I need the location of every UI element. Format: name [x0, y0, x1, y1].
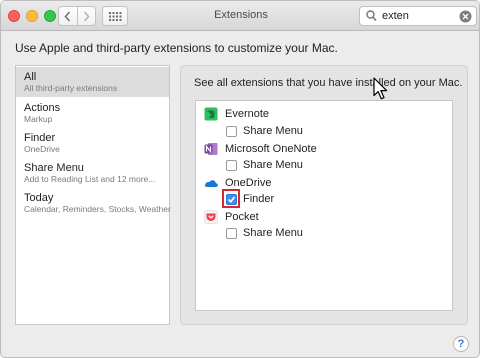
app-name: Microsoft OneNote	[225, 143, 317, 155]
share-menu-extension-row[interactable]: Share Menu	[226, 227, 303, 239]
zoom-window-button[interactable]	[44, 10, 56, 22]
help-button[interactable]: ?	[453, 336, 469, 352]
app-row-evernote: Evernote	[204, 107, 269, 121]
sidebar-item-subtitle: Markup	[24, 114, 53, 124]
onedrive-icon	[204, 176, 218, 190]
share-menu-checkbox[interactable]	[226, 227, 237, 239]
share-menu-extension-row[interactable]: Share Menu	[226, 125, 303, 137]
sidebar-item-subtitle: All third-party extensions	[24, 83, 118, 93]
extension-label: Share Menu	[243, 159, 303, 171]
sidebar-item-today[interactable]: Today Calendar, Reminders, Stocks, Weath…	[16, 190, 171, 220]
sidebar-item-finder[interactable]: Finder OneDrive	[16, 130, 169, 160]
extension-label: Finder	[243, 193, 275, 205]
extension-label: Share Menu	[243, 227, 303, 239]
chevron-right-icon	[83, 11, 90, 21]
extensions-list: Evernote Share Menu Microsoft OneNote Sh…	[195, 100, 453, 311]
panel-header: See all extensions that you have install…	[194, 77, 463, 89]
extension-label: Share Menu	[243, 125, 303, 137]
highlight-box	[222, 189, 240, 208]
sidebar-item-subtitle: Calendar, Reminders, Stocks, Weather	[24, 204, 171, 214]
title-bar: Extensions exten	[1, 1, 479, 31]
sidebar-item-title: Share Menu	[24, 162, 84, 174]
forward-button[interactable]	[76, 7, 96, 25]
sidebar-item-all[interactable]: All All third-party extensions	[16, 67, 169, 97]
grid-icon	[108, 11, 121, 21]
clear-search-icon[interactable]	[459, 10, 472, 23]
app-name: OneDrive	[225, 177, 272, 189]
sidebar-item-actions[interactable]: Actions Markup	[16, 100, 169, 130]
window-title: Extensions	[214, 9, 268, 21]
search-input[interactable]: exten	[382, 10, 409, 22]
search-field[interactable]: exten	[359, 6, 477, 26]
sidebar-item-subtitle: OneDrive	[24, 144, 60, 154]
sidebar-item-title: All	[24, 71, 37, 83]
mouse-pointer-icon	[373, 77, 388, 100]
share-menu-extension-row[interactable]: Share Menu	[226, 159, 303, 171]
onenote-icon	[204, 142, 218, 156]
back-forward-control	[58, 6, 96, 26]
close-window-button[interactable]	[8, 10, 20, 22]
app-row-onedrive: OneDrive	[204, 176, 271, 190]
extensions-panel: See all extensions that you have install…	[180, 65, 468, 325]
share-menu-checkbox[interactable]	[226, 125, 237, 137]
sidebar-item-title: Actions	[24, 102, 61, 114]
sidebar-item-subtitle: Add to Reading List and 12 more...	[24, 174, 156, 184]
show-all-button[interactable]	[102, 6, 128, 26]
pocket-icon	[204, 210, 218, 224]
search-icon	[366, 10, 377, 22]
sidebar-item-title: Today	[24, 192, 54, 204]
back-button[interactable]	[59, 7, 77, 25]
extensions-sidebar: All All third-party extensions Actions M…	[15, 65, 171, 325]
sidebar-item-title: Finder	[24, 132, 56, 144]
app-name: Evernote	[225, 108, 270, 120]
app-row-onenote: Microsoft OneNote	[204, 142, 317, 156]
app-name: Pocket	[225, 211, 259, 223]
extensions-window: Extensions exten Use Apple and third-par…	[0, 0, 480, 358]
sidebar-item-share-menu[interactable]: Share Menu Add to Reading List and 12 mo…	[16, 160, 169, 190]
evernote-icon	[204, 107, 218, 121]
app-row-pocket: Pocket	[204, 210, 259, 224]
chevron-left-icon	[64, 11, 71, 21]
minimize-window-button[interactable]	[26, 10, 38, 22]
intro-text: Use Apple and third-party extensions to …	[15, 41, 338, 55]
share-menu-checkbox[interactable]	[226, 159, 237, 171]
